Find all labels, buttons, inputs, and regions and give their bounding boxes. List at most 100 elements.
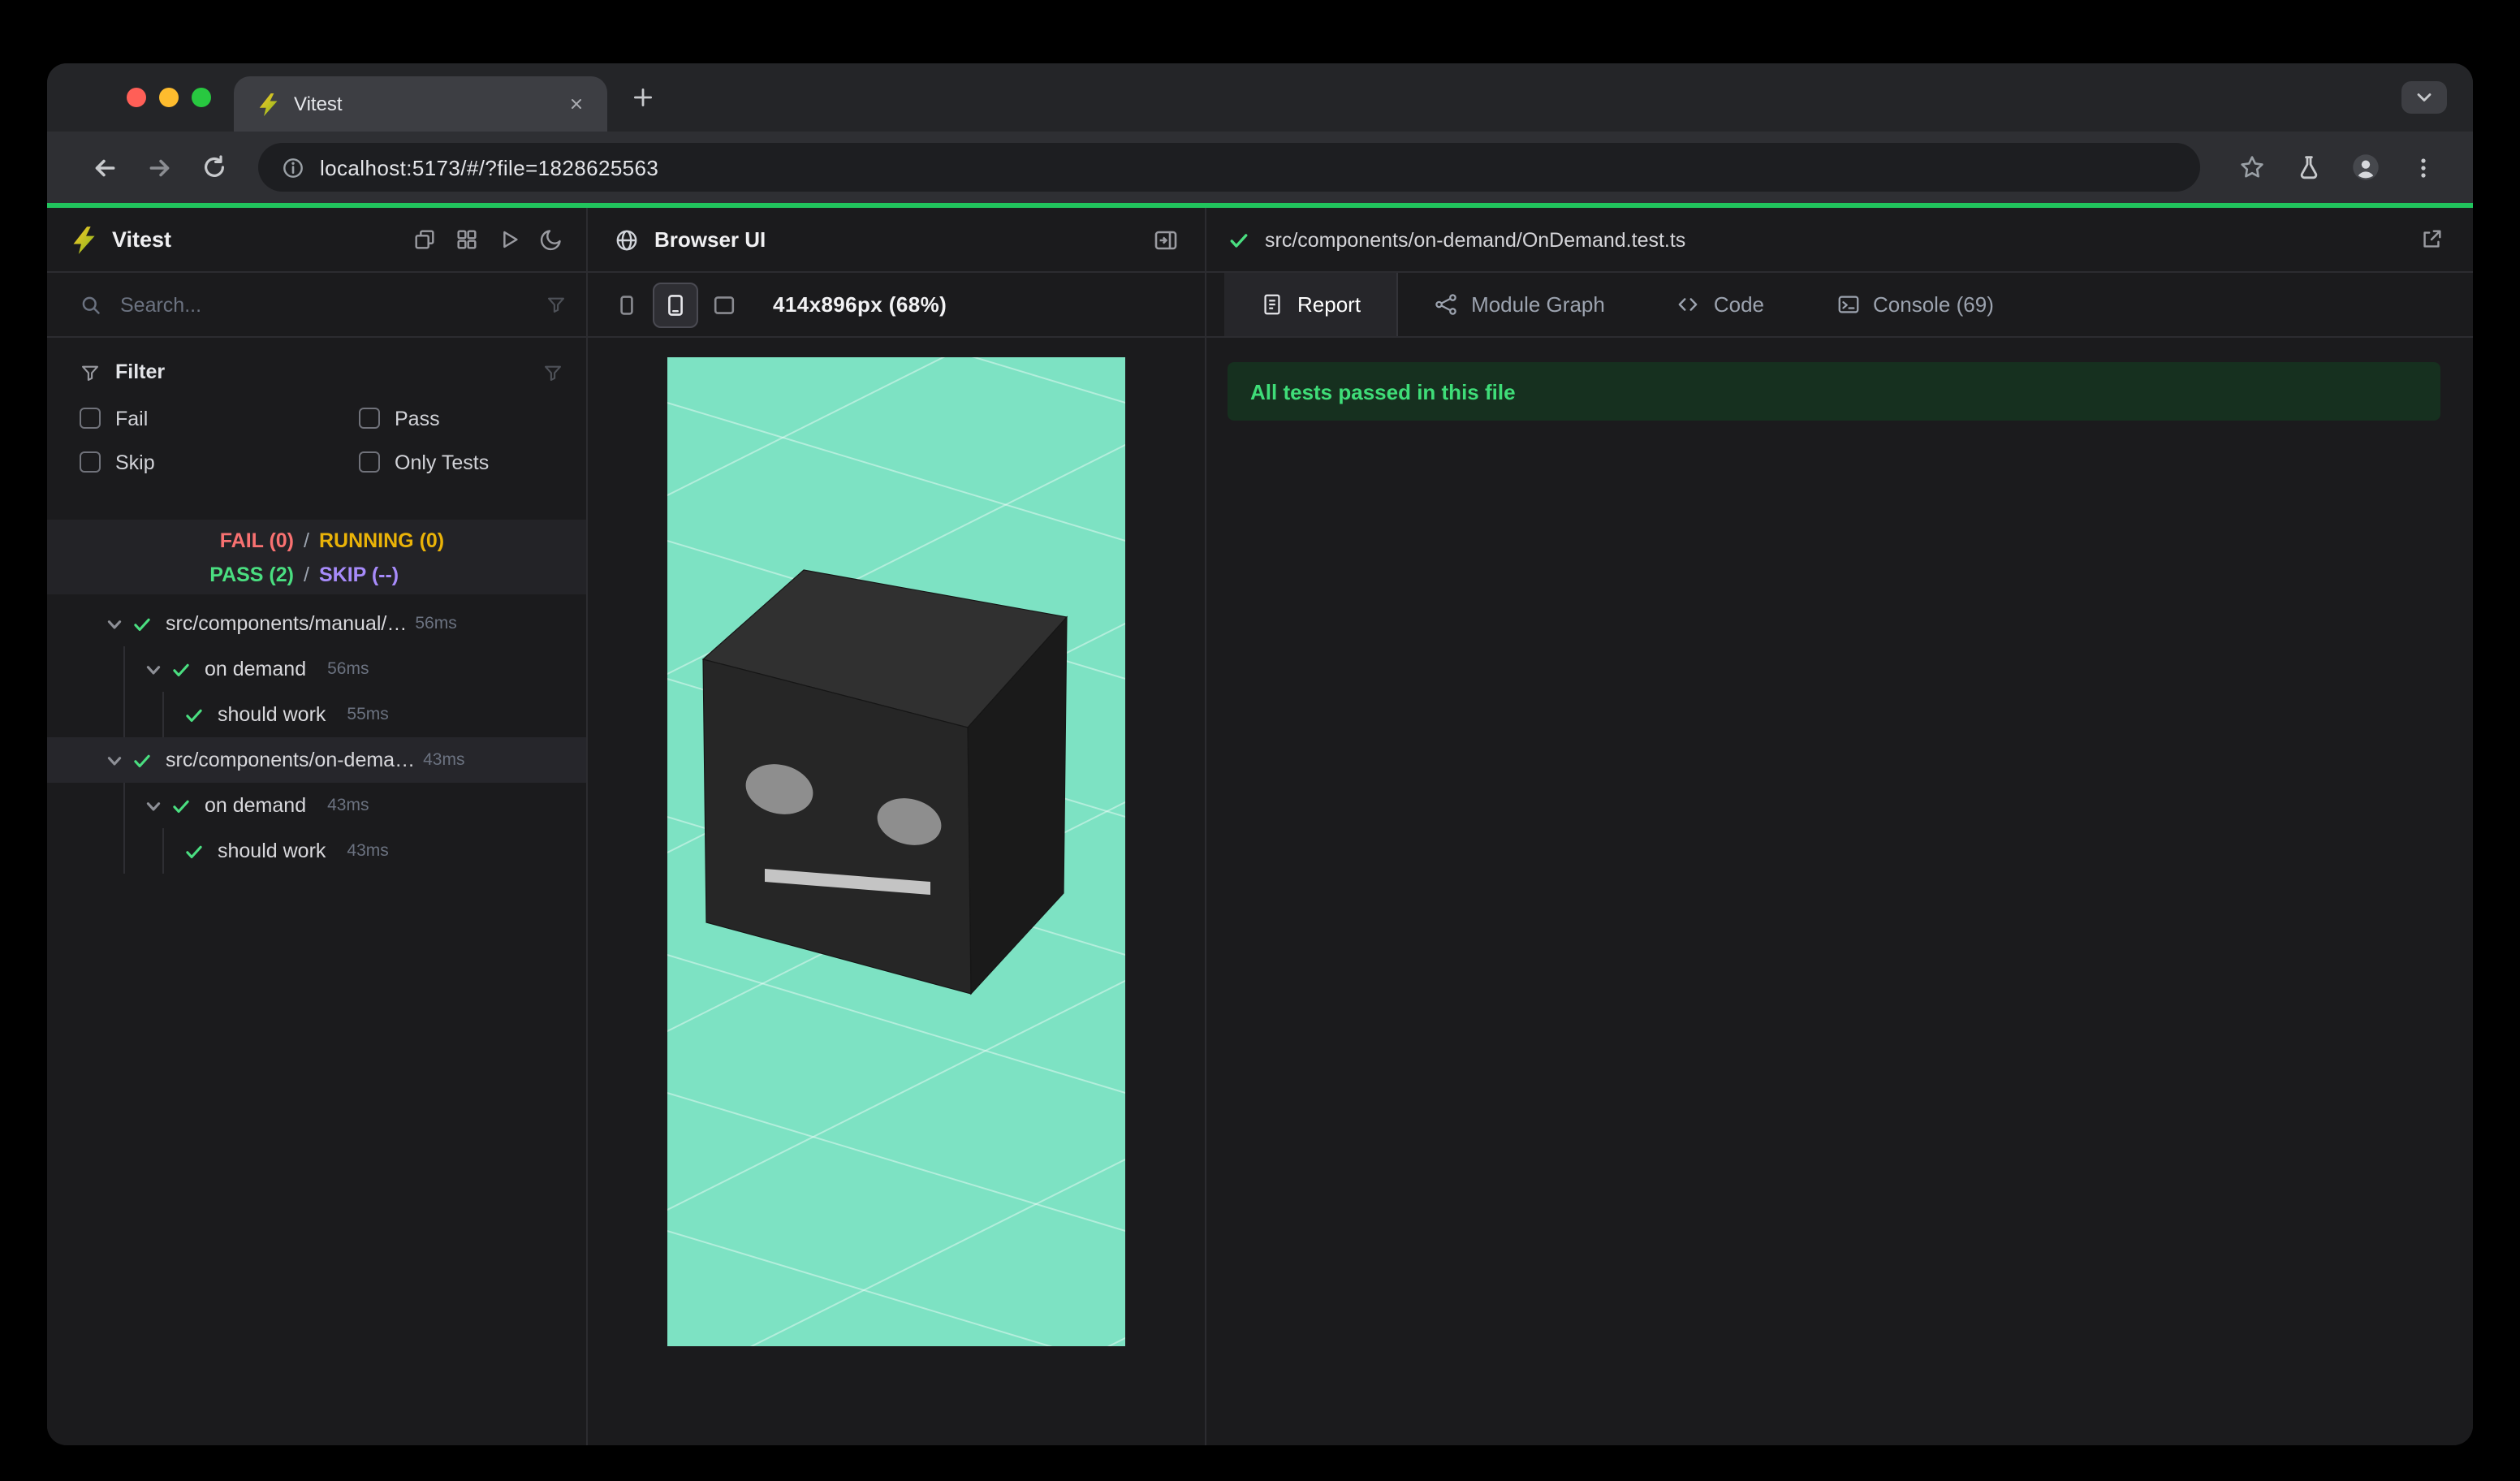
test-name: should work bbox=[218, 840, 326, 862]
new-tab-button[interactable] bbox=[620, 75, 666, 120]
browser-toolbar: localhost:5173/#/?file=1828625563 bbox=[47, 132, 2473, 203]
reload-icon[interactable] bbox=[190, 143, 239, 192]
test-duration: 43ms bbox=[347, 841, 389, 861]
filter-checkbox-fail[interactable]: Fail bbox=[80, 399, 359, 437]
tree-suite-row[interactable]: on demand 56ms bbox=[47, 646, 586, 692]
module-graph-icon bbox=[1435, 294, 1456, 315]
pass-check-icon bbox=[173, 663, 189, 676]
vitest-favicon bbox=[259, 92, 278, 116]
report-panel: src/components/on-demand/OnDemand.test.t… bbox=[1206, 208, 2473, 1445]
summary-row-pass-skip: PASS (2) / SKIP (--) bbox=[47, 557, 586, 591]
tree-test-row[interactable]: should work 55ms bbox=[47, 692, 586, 737]
tab-code[interactable]: Code bbox=[1641, 273, 1800, 336]
test-file-path: src/components/on-demand/OnDemand.test.t… bbox=[1265, 228, 1686, 251]
tab-search-chevron-icon[interactable] bbox=[2401, 81, 2447, 114]
tree-indent-guide bbox=[162, 828, 164, 874]
tab-close-icon[interactable] bbox=[562, 89, 591, 119]
chevron-down-icon[interactable] bbox=[145, 660, 162, 678]
filter-header: Filter bbox=[80, 351, 567, 393]
device-phone-small-icon[interactable] bbox=[604, 282, 649, 327]
url-bar[interactable]: localhost:5173/#/?file=1828625563 bbox=[258, 143, 2200, 192]
dashboard-grid-icon[interactable] bbox=[447, 220, 485, 259]
tab-module-graph[interactable]: Module Graph bbox=[1398, 273, 1641, 336]
filter-checkbox-pass[interactable]: Pass bbox=[359, 399, 567, 437]
tab-report[interactable]: Report bbox=[1224, 273, 1399, 336]
test-name: should work bbox=[218, 703, 326, 726]
tested-page-viewport[interactable] bbox=[667, 357, 1125, 1346]
sidebar: Vitest Search... Filter Fail Pass Skip O… bbox=[47, 208, 588, 1445]
dark-mode-moon-icon[interactable] bbox=[531, 220, 570, 259]
filter-title: Filter bbox=[115, 361, 166, 383]
tree-suite-row[interactable]: on demand 43ms bbox=[47, 783, 586, 828]
experiments-flask-icon[interactable] bbox=[2285, 143, 2333, 192]
pass-count: PASS (2) bbox=[209, 563, 294, 585]
checkbox[interactable] bbox=[359, 451, 380, 473]
forward-icon[interactable] bbox=[135, 143, 183, 192]
vitest-ui: Vitest Search... Filter Fail Pass Skip O… bbox=[47, 208, 2473, 1445]
chevron-down-icon[interactable] bbox=[106, 751, 123, 769]
filter-checkbox-only-tests[interactable]: Only Tests bbox=[359, 443, 567, 481]
site-info-icon[interactable] bbox=[281, 155, 305, 179]
all-tests-passed-banner: All tests passed in this file bbox=[1228, 362, 2440, 421]
tab-label: Report bbox=[1297, 292, 1361, 317]
test-duration: 43ms bbox=[327, 796, 369, 815]
tab-label: Console (69) bbox=[1873, 292, 1994, 317]
screen: Vitest localhost:5173/#/?file=1828625563… bbox=[0, 0, 2520, 1481]
test-duration: 56ms bbox=[415, 614, 457, 633]
summary-separator: / bbox=[304, 563, 309, 585]
device-toolbar: 414x896px (68%) bbox=[588, 273, 1205, 338]
skip-count: SKIP (--) bbox=[318, 563, 399, 585]
suite-name: on demand bbox=[205, 658, 307, 680]
summary-row-fail-running: FAIL (0) / RUNNING (0) bbox=[47, 523, 586, 557]
console-icon bbox=[1837, 296, 1858, 313]
collapse-tests-icon[interactable] bbox=[404, 220, 443, 259]
window-controls bbox=[47, 88, 234, 107]
tree-file-row-selected[interactable]: src/components/on-dema… 43ms bbox=[47, 737, 586, 783]
viewport-size-label: 414x896px (68%) bbox=[773, 292, 947, 317]
close-window-button[interactable] bbox=[127, 88, 146, 107]
expand-panel-icon[interactable] bbox=[1146, 220, 1185, 259]
filter-options: Fail Pass Skip Only Tests bbox=[80, 399, 567, 481]
tree-test-row[interactable]: should work 43ms bbox=[47, 828, 586, 874]
checkbox-label: Skip bbox=[115, 451, 155, 473]
pass-check-icon bbox=[186, 708, 202, 722]
checkbox[interactable] bbox=[359, 408, 380, 429]
viewport-area bbox=[588, 338, 1205, 1445]
browser-window: Vitest localhost:5173/#/?file=1828625563… bbox=[47, 63, 2473, 1445]
zoom-window-button[interactable] bbox=[192, 88, 211, 107]
tab-label: Code bbox=[1713, 292, 1764, 317]
filter-checkbox-skip[interactable]: Skip bbox=[80, 443, 359, 481]
reset-filter-funnel-icon[interactable] bbox=[542, 361, 563, 382]
tree-indent-guide bbox=[123, 646, 125, 737]
tab-label: Module Graph bbox=[1471, 292, 1605, 317]
file-pass-check-icon bbox=[1230, 233, 1248, 247]
test-file-name: src/components/manual/… bbox=[166, 612, 408, 635]
report-doc-icon bbox=[1264, 294, 1280, 315]
back-icon[interactable] bbox=[80, 143, 128, 192]
search-input[interactable] bbox=[117, 291, 531, 317]
menu-dots-icon[interactable] bbox=[2398, 143, 2447, 192]
test-duration: 43ms bbox=[423, 750, 465, 770]
bookmark-star-icon[interactable] bbox=[2228, 143, 2276, 192]
browser-ui-title: Browser UI bbox=[654, 227, 766, 252]
tab-console[interactable]: Console (69) bbox=[1800, 273, 2030, 336]
minimize-window-button[interactable] bbox=[159, 88, 179, 107]
browser-tab[interactable]: Vitest bbox=[234, 76, 607, 132]
rerun-all-play-icon[interactable] bbox=[489, 220, 528, 259]
checkbox[interactable] bbox=[80, 451, 101, 473]
chevron-down-icon[interactable] bbox=[106, 615, 123, 633]
tree-file-row[interactable]: src/components/manual/… 56ms bbox=[47, 601, 586, 646]
checkbox[interactable] bbox=[80, 408, 101, 429]
profile-avatar[interactable] bbox=[2341, 143, 2390, 192]
device-tablet-icon[interactable] bbox=[701, 282, 747, 327]
device-phone-icon[interactable] bbox=[653, 282, 698, 327]
chevron-down-icon[interactable] bbox=[145, 797, 162, 814]
clear-filter-funnel-icon[interactable] bbox=[546, 294, 567, 315]
sidebar-actions bbox=[404, 220, 570, 259]
open-external-icon[interactable] bbox=[2411, 220, 2450, 259]
test-tree: src/components/manual/… 56ms on demand 5… bbox=[47, 601, 586, 1445]
test-duration: 55ms bbox=[347, 705, 389, 724]
app-title: Vitest bbox=[112, 227, 172, 252]
sidebar-header: Vitest bbox=[47, 208, 586, 273]
tree-indent-guide bbox=[123, 783, 125, 874]
